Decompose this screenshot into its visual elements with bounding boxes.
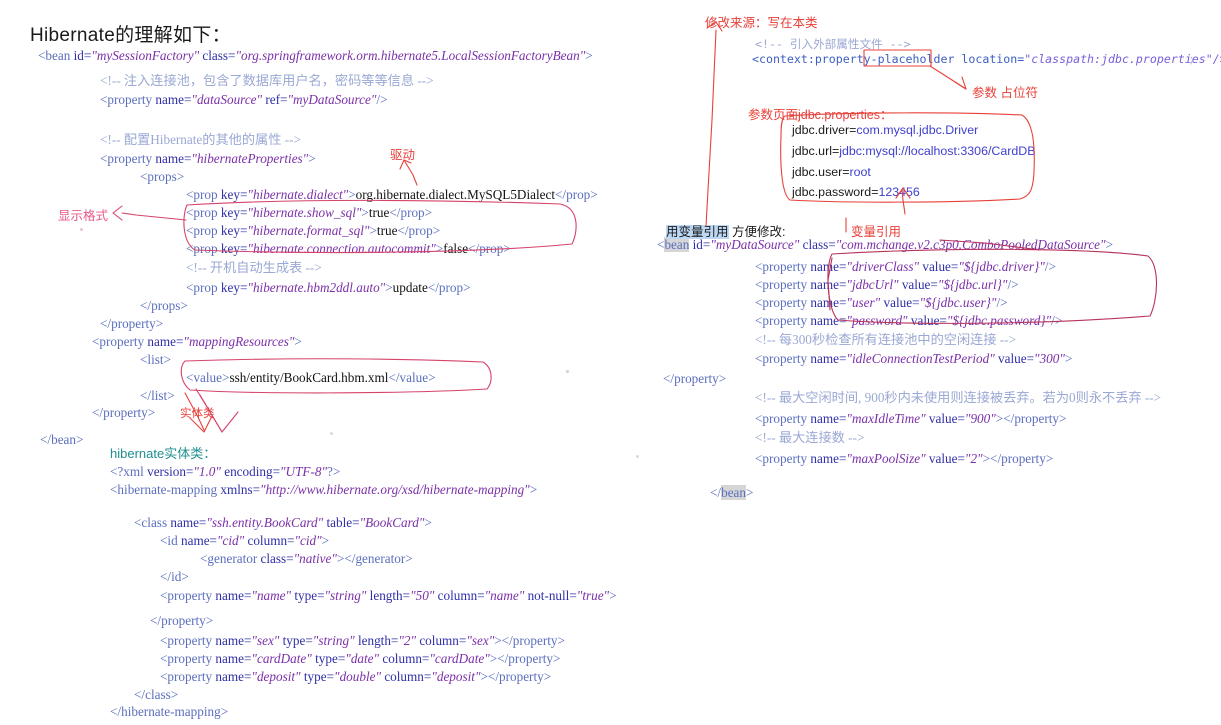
arrow-driver	[403, 159, 418, 186]
annotation-driver: 驱动	[390, 148, 416, 162]
code-comment-idle-test: <!-- 每300秒检查所有连接池中的空闲连接 -->	[755, 332, 1017, 347]
code-line-context-placeholder: <context:property-placeholder location="…	[752, 51, 1221, 67]
code-line-prop-user: <property name="user" value="${jdbc.user…	[755, 295, 1008, 310]
annotation-use-variable-ref-rest: 方便修改:	[728, 225, 786, 239]
annotation-display-format: 显示格式	[58, 209, 109, 223]
annotation-use-variable-ref-highlight: 用变量引用	[666, 225, 729, 239]
code-line-list-close: </list>	[140, 388, 175, 403]
code-line-hibernate-properties: <property name="hibernateProperties">	[100, 151, 316, 166]
code-line-property-carddate: <property name="cardDate" type="date" co…	[160, 651, 561, 666]
code-line-props-open: <props>	[140, 169, 185, 184]
code-line-bean-open: <bean id="mySessionFactory" class="org.s…	[38, 48, 593, 63]
code-line-bean-close-right: </bean>	[710, 485, 754, 500]
jdbc-entry-driver: jdbc.driver=com.mysql.jdbc.Driver	[792, 120, 978, 141]
scan-artifact-3	[330, 432, 333, 435]
code-line-prop-hbm2ddl: <prop key="hibernate.hbm2ddl.auto">updat…	[186, 280, 471, 295]
annotation-variable-reference: 变量引用	[851, 225, 902, 239]
entity-heading: hibernate实体类：	[110, 446, 217, 461]
code-line-bean-close-left: </bean>	[40, 432, 84, 447]
annotation-modify-source: 修改来源：写在本类	[705, 16, 818, 30]
code-line-list-open: <list>	[140, 352, 171, 367]
code-line-prop-password: <property name="password" value="${jdbc.…	[755, 313, 1063, 328]
code-line-hibernate-mapping-close: </hibernate-mapping>	[110, 704, 229, 719]
annotation-entity-class: 实体类	[180, 408, 215, 420]
code-line-class-close: </class>	[134, 687, 179, 702]
annotation-use-variable-ref: 用变量引用 方便修改:	[666, 221, 785, 240]
scan-artifact-1	[80, 228, 83, 231]
jdbc-value-user: root	[849, 165, 871, 179]
code-comment-max-pool: <!-- 最大连接数 -->	[755, 430, 865, 445]
code-comment-inject-pool: <!-- 注入连接池，包含了数据库用户名，密码等等信息 -->	[100, 73, 434, 88]
context-placeholder-token: placeholder	[877, 52, 955, 66]
code-line-property-sex: <property name="sex" type="string" lengt…	[160, 633, 565, 648]
jdbc-key-driver: jdbc.driver=	[792, 123, 857, 137]
jdbc-entry-url: jdbc.url=jdbc:mysql://localhost:3306/Car…	[792, 141, 1035, 162]
code-line-property-close-1: </property>	[100, 316, 164, 331]
right-gutter-dot: ;	[1188, 52, 1195, 66]
context-tag-prefix: <context:property-	[752, 52, 878, 66]
code-line-value-bookcard: <value>ssh/entity/BookCard.hbm.xml</valu…	[186, 370, 436, 385]
page-title: Hibernate的理解如下：	[30, 25, 231, 46]
code-line-property-close-2: </property>	[92, 405, 156, 420]
jdbc-value-password: 123456	[878, 185, 920, 199]
code-comment-max-idle: <!-- 最大空闲时间, 900秒内未使用则连接被丢弃。若为0则永不丢弃 -->	[755, 390, 1162, 405]
code-line-id-open: <id name="cid" column="cid">	[160, 533, 330, 548]
arrow-display-format	[112, 205, 123, 221]
jdbc-key-user: jdbc.user=	[792, 165, 850, 179]
code-line-props-close: </props>	[140, 298, 188, 313]
jdbc-key-url: jdbc.url=	[792, 144, 840, 158]
code-line-generator: <generator class="native"></generator>	[200, 551, 413, 566]
code-comment-auto-create-table: <!-- 开机自动生成表 -->	[186, 260, 322, 275]
code-line-prop-driverclass: <property name="driverClass" value="${jd…	[755, 259, 1056, 274]
code-line-prop-jdbcurl: <property name="jdbcUrl" value="${jdbc.u…	[755, 277, 1019, 292]
jdbc-entry-password: jdbc.password=123456	[792, 182, 920, 203]
jdbc-value-url: jdbc:mysql://localhost:3306/CardDB	[839, 144, 1036, 158]
code-line-class-open: <class name="ssh.entity.BookCard" table=…	[134, 515, 432, 530]
code-line-prop-autocommit: <prop key="hibernate.connection.autocomm…	[186, 241, 511, 256]
code-line-mapping-resources: <property name="mappingResources">	[92, 334, 302, 349]
code-line-id-close: </id>	[160, 569, 189, 584]
code-line-hibernate-mapping-open: <hibernate-mapping xmlns="http://www.hib…	[110, 482, 538, 497]
code-line-max-idle-time: <property name="maxIdleTime" value="900"…	[755, 411, 1067, 426]
code-line-property-name: <property name="name" type="string" leng…	[160, 588, 617, 603]
line-modify-source	[705, 29, 717, 227]
annotation-param-placeholder: 参数 占位符	[972, 86, 1038, 100]
scan-artifact-4	[636, 455, 639, 458]
arrowhead-param-placeholder	[954, 76, 967, 90]
code-line-prop-format-sql: <prop key="hibernate.format_sql">true</p…	[186, 223, 441, 238]
code-line-prop-show-sql: <prop key="hibernate.show_sql">true</pro…	[186, 205, 433, 220]
code-comment-import-props: <!-- 引入外部属性文件 -->	[755, 37, 911, 51]
arrow-param-placeholder	[929, 65, 967, 90]
code-line-prop-dialect: <prop key="hibernate.dialect">org.hibern…	[186, 187, 598, 202]
code-line-max-pool-size: <property name="maxPoolSize" value="2"><…	[755, 451, 1054, 466]
code-line-property-deposit: <property name="deposit" type="double" c…	[160, 669, 552, 684]
scan-artifact-2	[566, 370, 569, 373]
code-line-idle-test-period: <property name="idleConnectionTestPeriod…	[755, 351, 1073, 366]
code-comment-other-props: <!-- 配置Hibernate的其他的属性 -->	[100, 132, 301, 147]
code-line-xml-decl: <?xml version="1.0" encoding="UTF-8"?>	[110, 464, 341, 479]
jdbc-value-driver: com.mysql.jdbc.Driver	[856, 123, 979, 137]
code-line-property-close-right: </property>	[663, 371, 727, 386]
jdbc-key-password: jdbc.password=	[792, 185, 879, 199]
context-location-attr: location=	[954, 52, 1025, 66]
jdbc-entry-user: jdbc.user=root	[792, 162, 871, 183]
screenshot-canvas: Hibernate的理解如下： <bean id="mySessionFacto…	[0, 0, 1221, 725]
code-line-datasource: <property name="dataSource" ref="myDataS…	[100, 92, 388, 107]
code-line-property-close-name: </property>	[150, 613, 214, 628]
leader-display-format	[121, 212, 187, 221]
